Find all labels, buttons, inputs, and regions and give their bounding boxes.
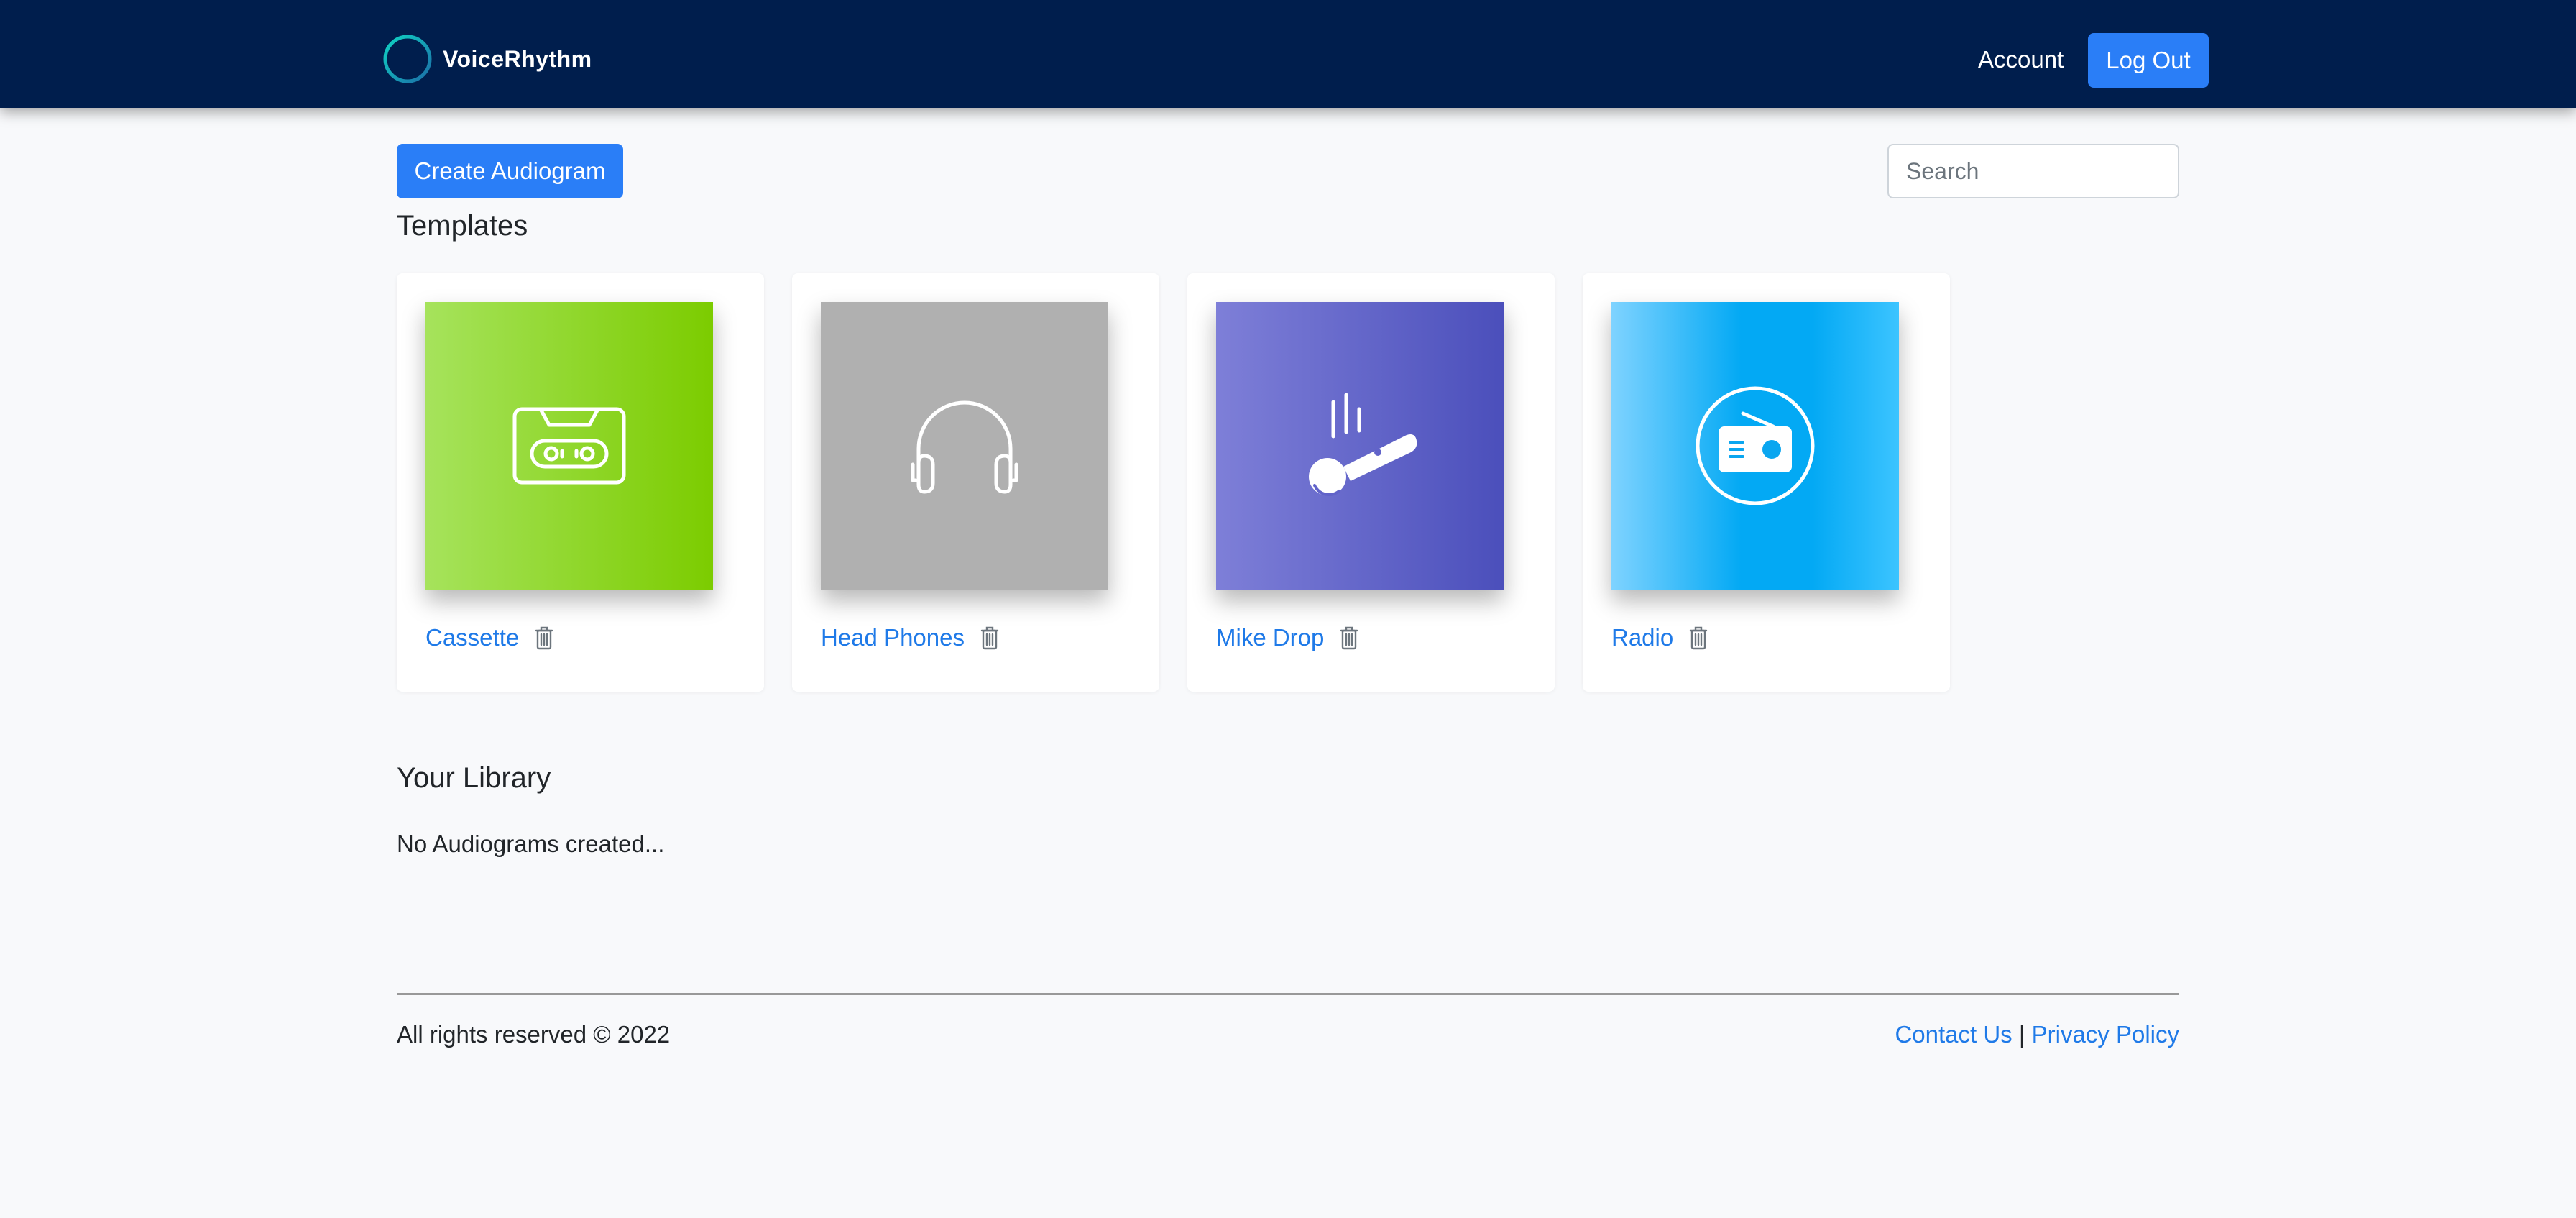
template-card-mike-drop: Mike Drop	[1187, 273, 1555, 692]
template-thumbnail-mike-drop[interactable]	[1216, 302, 1504, 590]
create-audiogram-button[interactable]: Create Audiogram	[397, 144, 623, 198]
template-card-radio: Radio	[1583, 273, 1950, 692]
trash-icon[interactable]	[1340, 626, 1358, 650]
template-card-footer: Cassette	[426, 620, 553, 656]
template-card-head-phones: Head Phones	[792, 273, 1159, 692]
trash-icon[interactable]	[1689, 626, 1708, 650]
copyright-text: All rights reserved © 2022	[397, 1021, 671, 1048]
template-thumbnail-head-phones[interactable]	[821, 302, 1108, 590]
template-thumbnail-radio[interactable]	[1611, 302, 1899, 590]
headphones-icon	[911, 400, 1018, 494]
template-card-footer: Head Phones	[821, 620, 999, 656]
template-card-cassette: Cassette	[397, 273, 764, 692]
logout-button[interactable]: Log Out	[2088, 33, 2209, 88]
template-link-cassette[interactable]: Cassette	[426, 624, 519, 651]
account-link[interactable]: Account	[1978, 46, 2064, 73]
logo-ring-icon	[383, 35, 432, 83]
template-card-footer: Mike Drop	[1216, 620, 1358, 656]
brand-link[interactable]: VoiceRhythm	[381, 32, 592, 86]
templates-title: Templates	[397, 210, 528, 242]
microphone-icon	[1309, 393, 1417, 496]
cassette-icon	[512, 407, 626, 485]
radio-icon	[1696, 386, 1815, 505]
top-navbar: VoiceRhythm Account Log Out	[0, 0, 2576, 108]
library-title: Your Library	[397, 762, 551, 794]
footer-separator: |	[2018, 1021, 2025, 1048]
search-input[interactable]	[1887, 144, 2179, 198]
template-link-radio[interactable]: Radio	[1611, 624, 1673, 651]
template-link-mike-drop[interactable]: Mike Drop	[1216, 624, 1324, 651]
contact-us-link[interactable]: Contact Us	[1895, 1021, 2012, 1048]
trash-icon[interactable]	[535, 626, 553, 650]
template-card-footer: Radio	[1611, 620, 1708, 656]
trash-icon[interactable]	[980, 626, 999, 650]
brand-name: VoiceRhythm	[443, 45, 592, 72]
privacy-policy-link[interactable]: Privacy Policy	[2032, 1021, 2179, 1048]
footer-links: Contact Us | Privacy Policy	[1895, 1021, 2179, 1048]
template-thumbnail-cassette[interactable]	[426, 302, 713, 590]
footer-divider	[397, 993, 2179, 995]
template-link-head-phones[interactable]: Head Phones	[821, 624, 965, 651]
library-empty-message: No Audiograms created...	[397, 830, 665, 857]
